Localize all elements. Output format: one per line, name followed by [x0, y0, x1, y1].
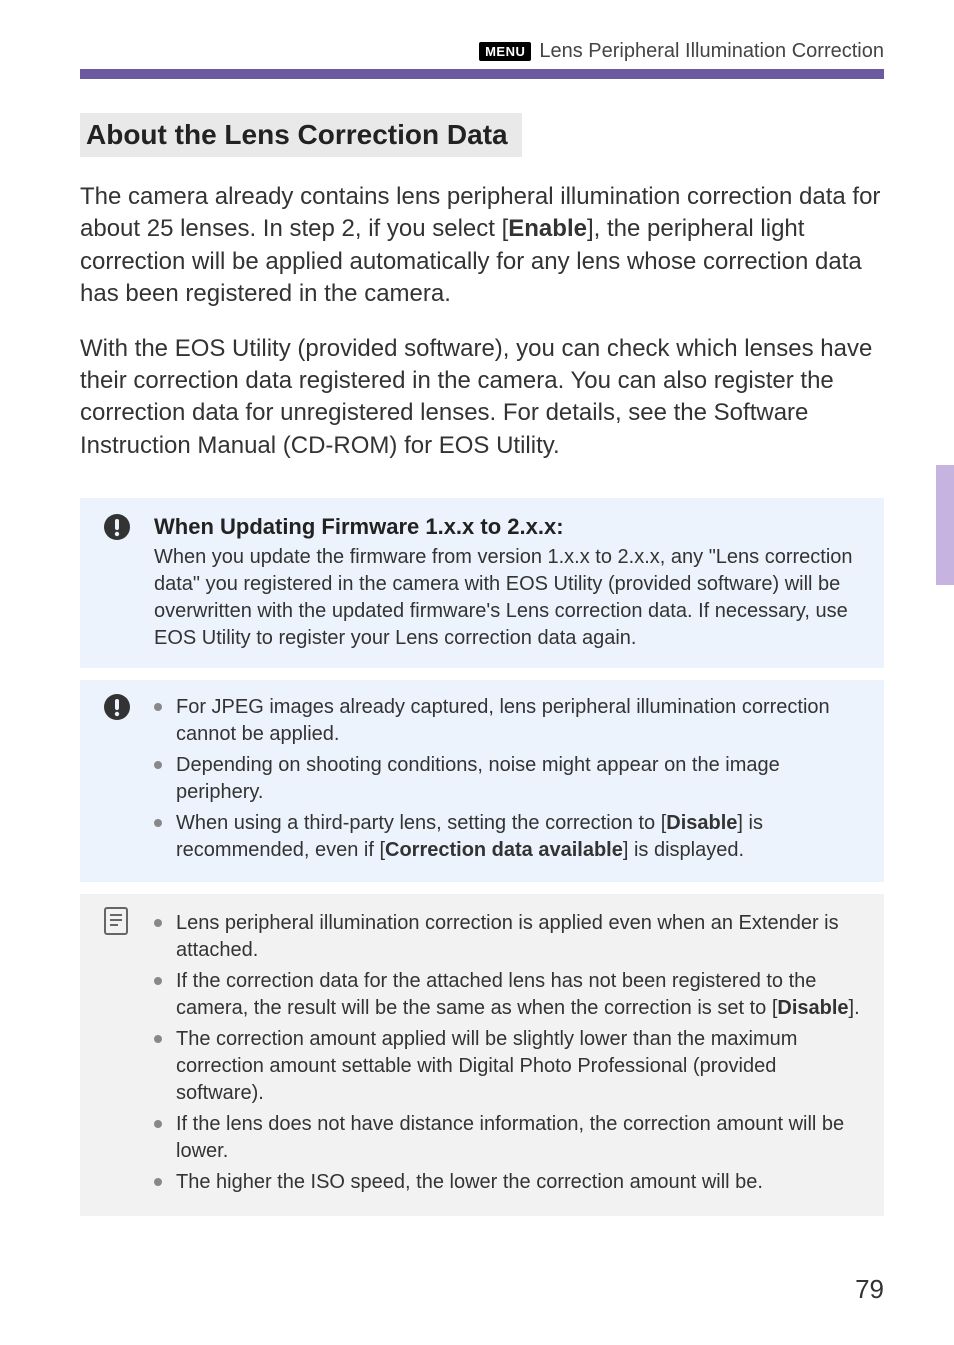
- text-a: If the correction data for the attached …: [176, 970, 816, 1019]
- list-item: Depending on shooting conditions, noise …: [154, 752, 862, 806]
- caution-icon: [102, 512, 132, 547]
- text: Lens peripheral illumination correction …: [176, 912, 839, 961]
- menu-badge-icon: MENU: [479, 42, 531, 61]
- note-icon: [102, 906, 130, 941]
- text-a: When using a third-party lens, setting t…: [176, 812, 666, 834]
- text: The higher the ISO speed, the lower the …: [176, 1171, 763, 1193]
- page: MENU Lens Peripheral Illumination Correc…: [0, 0, 954, 1345]
- text: Depending on shooting conditions, noise …: [176, 754, 780, 803]
- text: The correction amount applied will be sl…: [176, 1028, 797, 1104]
- caution2-list: For JPEG images already captured, lens p…: [154, 694, 862, 864]
- notes-list: Lens peripheral illumination correction …: [154, 910, 862, 1196]
- text-b1: Disable: [666, 812, 737, 834]
- caution1-heading: When Updating Firmware 1.x.x to 2.x.x:: [154, 514, 862, 540]
- note-box: Lens peripheral illumination correction …: [80, 894, 884, 1216]
- text-d: ] is displayed.: [623, 839, 744, 861]
- caution-icon: [102, 692, 132, 727]
- list-item: If the lens does not have distance infor…: [154, 1111, 862, 1165]
- list-item: When using a third-party lens, setting t…: [154, 810, 862, 864]
- text-b1: Disable: [777, 997, 848, 1019]
- page-number: 79: [855, 1274, 884, 1305]
- caution-box-2: For JPEG images already captured, lens p…: [80, 680, 884, 882]
- text-c: ].: [849, 997, 860, 1019]
- header-divider: [80, 69, 884, 79]
- para1-bold: Enable: [508, 215, 587, 242]
- list-item: Lens peripheral illumination correction …: [154, 910, 862, 964]
- text: If the lens does not have distance infor…: [176, 1113, 844, 1162]
- header-title: Lens Peripheral Illumination Correction: [539, 40, 884, 63]
- page-header: MENU Lens Peripheral Illumination Correc…: [80, 40, 884, 63]
- list-item: If the correction data for the attached …: [154, 968, 862, 1022]
- text: For JPEG images already captured, lens p…: [176, 696, 830, 745]
- section-title: About the Lens Correction Data: [80, 113, 522, 157]
- list-item: The correction amount applied will be sl…: [154, 1026, 862, 1107]
- text-b2: Correction data available: [385, 839, 623, 861]
- list-item: For JPEG images already captured, lens p…: [154, 694, 862, 748]
- paragraph-2: With the EOS Utility (provided software)…: [80, 333, 884, 463]
- section-tab: [936, 465, 954, 585]
- caution1-body: When you update the firmware from versio…: [154, 544, 862, 652]
- caution-box-1: When Updating Firmware 1.x.x to 2.x.x: W…: [80, 498, 884, 668]
- section-title-wrap: About the Lens Correction Data: [80, 113, 884, 157]
- list-item: The higher the ISO speed, the lower the …: [154, 1169, 862, 1196]
- paragraph-1: The camera already contains lens periphe…: [80, 181, 884, 311]
